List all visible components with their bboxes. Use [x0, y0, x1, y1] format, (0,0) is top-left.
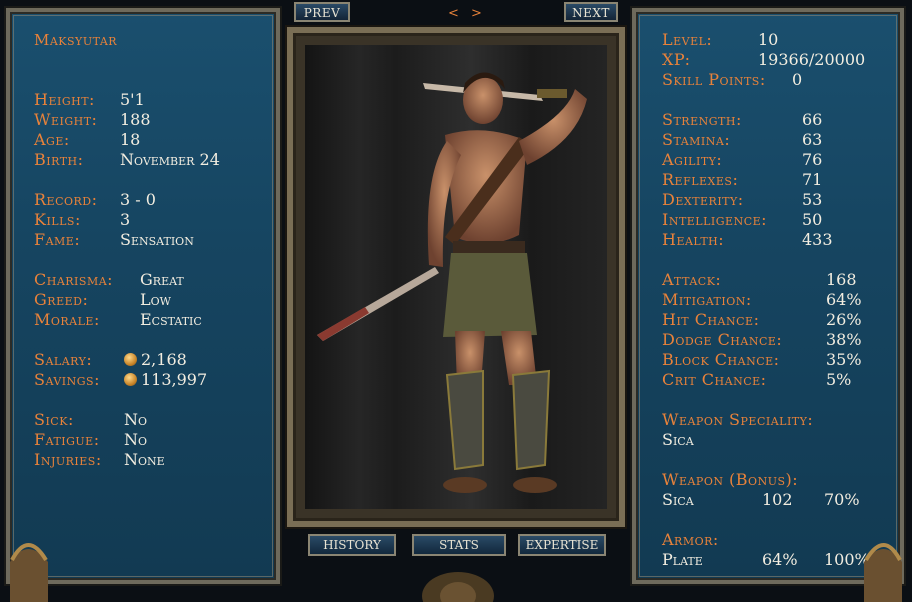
morale-value: Ecstatic	[140, 310, 202, 329]
gladiator-figure	[317, 72, 587, 493]
birth-value: November 24	[120, 150, 220, 169]
strength-value: 66	[802, 110, 823, 129]
weapon-speciality-value: Sica	[662, 430, 694, 449]
cycle-arrows[interactable]: < >	[448, 6, 486, 21]
next-button[interactable]: NEXT	[564, 2, 618, 22]
charisma-value: Great	[140, 270, 184, 289]
reflexes-label: Reflexes:	[662, 170, 739, 189]
greed-label: Greed:	[34, 290, 89, 309]
lion-head-emblem-icon	[422, 572, 494, 602]
injuries-value: None	[124, 450, 165, 469]
portrait-frame	[287, 27, 625, 527]
level-label: Level:	[662, 30, 713, 49]
agility-label: Agility:	[662, 150, 723, 169]
intelligence-label: Intelligence:	[662, 210, 768, 229]
crit-chance-label: Crit Chance:	[662, 370, 767, 389]
mitigation-label: Mitigation:	[662, 290, 752, 309]
salary-label: Salary:	[34, 350, 93, 369]
armor-value-a: 64%	[762, 550, 798, 569]
health-value: 433	[802, 230, 833, 249]
reflexes-value: 71	[802, 170, 823, 189]
record-value: 3 - 0	[120, 190, 156, 209]
skill-points-value: 0	[792, 70, 803, 89]
block-chance-value: 35%	[826, 350, 862, 369]
charisma-label: Charisma:	[34, 270, 114, 289]
hit-chance-label: Hit Chance:	[662, 310, 760, 329]
age-value: 18	[120, 130, 141, 149]
record-label: Record:	[34, 190, 98, 209]
sick-label: Sick:	[34, 410, 74, 429]
coin-icon	[124, 353, 137, 366]
savings-value: 113,997	[141, 370, 208, 389]
dexterity-value: 53	[802, 190, 823, 209]
weapon-bonus-value-a: 102	[762, 490, 793, 509]
gladiator-name: Maksyutar	[34, 31, 118, 49]
weight-label: Weight:	[34, 110, 98, 129]
skill-points-label: Skill Points:	[662, 70, 766, 89]
health-label: Health:	[662, 230, 725, 249]
fatigue-value: No	[124, 430, 148, 449]
weapon-bonus-name: Sica	[662, 490, 694, 509]
greed-value: Low	[140, 290, 171, 309]
stats-panel: Level: 10 XP: 19366/20000 Skill Points: …	[632, 8, 904, 584]
savings-label: Savings:	[34, 370, 100, 389]
spartan-helmet-left-icon	[10, 543, 48, 602]
stamina-value: 63	[802, 130, 823, 149]
crit-chance-value: 5%	[826, 370, 852, 389]
weapon-bonus-label: Weapon (Bonus):	[662, 470, 799, 489]
coin-icon	[124, 373, 137, 386]
strength-label: Strength:	[662, 110, 742, 129]
age-label: Age:	[34, 130, 70, 149]
morale-label: Morale:	[34, 310, 100, 329]
fame-label: Fame:	[34, 230, 81, 249]
tab-expertise[interactable]: EXPERTISE	[518, 534, 606, 556]
gladiator-info-panel: Maksyutar Height: 5'1 Weight: 188 Age: 1…	[6, 8, 280, 584]
armor-name: Plate	[662, 550, 703, 569]
spartan-helmet-right-icon	[864, 543, 902, 602]
injuries-label: Injuries:	[34, 450, 102, 469]
intelligence-value: 50	[802, 210, 823, 229]
attack-label: Attack:	[662, 270, 722, 289]
prev-button[interactable]: PREV	[294, 2, 350, 22]
birth-label: Birth:	[34, 150, 84, 169]
weight-value: 188	[120, 110, 151, 129]
dexterity-label: Dexterity:	[662, 190, 744, 209]
dodge-chance-value: 38%	[826, 330, 862, 349]
sick-value: No	[124, 410, 148, 429]
hit-chance-value: 26%	[826, 310, 862, 329]
kills-value: 3	[120, 210, 131, 229]
xp-label: XP:	[662, 50, 691, 69]
height-value: 5'1	[120, 90, 145, 109]
weapon-bonus-value-b: 70%	[824, 490, 860, 509]
mitigation-value: 64%	[826, 290, 862, 309]
attack-value: 168	[826, 270, 857, 289]
tab-history[interactable]: HISTORY	[308, 534, 396, 556]
agility-value: 76	[802, 150, 823, 169]
stamina-label: Stamina:	[662, 130, 731, 149]
weapon-speciality-label: Weapon Speciality:	[662, 410, 814, 429]
fame-value: Sensation	[120, 230, 194, 249]
height-label: Height:	[34, 90, 95, 109]
xp-value: 19366/20000	[758, 50, 866, 69]
block-chance-label: Block Chance:	[662, 350, 780, 369]
fatigue-label: Fatigue:	[34, 430, 100, 449]
tab-stats[interactable]: STATS	[412, 534, 506, 556]
armor-label: Armor:	[662, 530, 719, 549]
kills-label: Kills:	[34, 210, 81, 229]
salary-value: 2,168	[141, 350, 187, 369]
gladiator-portrait	[305, 45, 607, 509]
level-value: 10	[758, 30, 779, 49]
dodge-chance-label: Dodge Chance:	[662, 330, 783, 349]
